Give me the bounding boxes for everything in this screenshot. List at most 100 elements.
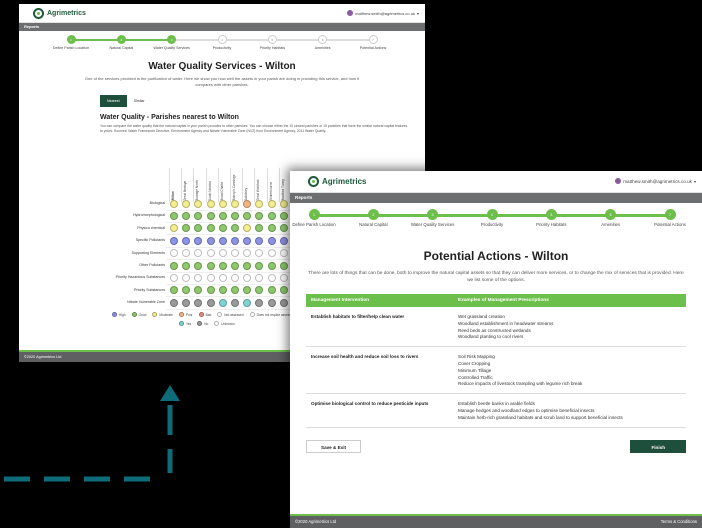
- nav-bar: Reports: [290, 193, 702, 203]
- list-item: Reduce impacts of livestock trampling wi…: [458, 381, 583, 387]
- app-header: Agrimetrics matthew.smith@agrimetrics.co…: [19, 4, 425, 23]
- status-dot: [206, 236, 215, 245]
- status-dot: [243, 249, 252, 258]
- chevron-down-icon: ▾: [416, 10, 419, 16]
- page-intro: One of the services provided is the puri…: [84, 76, 360, 87]
- status-dot: [206, 286, 215, 295]
- status-dot: [243, 199, 252, 208]
- terms-link[interactable]: Terms & Conditions: [661, 516, 697, 528]
- step-indicator: 6: [318, 35, 328, 44]
- tab-nearest[interactable]: Nearest: [100, 95, 127, 107]
- status-dot: [170, 273, 178, 282]
- save-exit-button[interactable]: Save & Exit: [306, 439, 362, 453]
- status-dot: [255, 261, 264, 270]
- potential-actions-window: Agrimetrics matthew.smith@agrimetrics.co…: [290, 171, 702, 528]
- legend-item: Bad: [198, 311, 212, 318]
- status-dot: [218, 298, 227, 307]
- legend-swatch: [249, 312, 255, 317]
- list-item: Controlled Traffic: [458, 374, 493, 380]
- avatar: [347, 10, 354, 16]
- column-header: Winterbourne: [268, 168, 276, 202]
- user-email: matthew.smith@agrimetrics.co.uk: [355, 10, 415, 16]
- status-dot: [243, 273, 252, 282]
- row-divider: [166, 308, 292, 310]
- row-label: Priority Substances: [134, 287, 165, 292]
- brand-logo[interactable]: Agrimetrics: [308, 176, 366, 187]
- list-item: Maintain herb-rich grassland habitats an…: [458, 414, 623, 420]
- status-dot: [194, 298, 203, 307]
- column-header-label: South Newton: [207, 180, 212, 201]
- nav-reports-link[interactable]: Reports: [24, 24, 39, 29]
- legend-swatch: [198, 312, 204, 317]
- step-7[interactable]: 7 Potential Actions: [635, 209, 702, 227]
- status-dot: [194, 249, 203, 258]
- copyright: ©2020 Agrimetrics Ltd: [295, 519, 337, 524]
- legend-label: Bad: [205, 312, 212, 317]
- page-title: Water Quality Services - Wilton: [148, 61, 296, 72]
- section-description: You can compare the water quality that t…: [100, 124, 408, 133]
- status-dot: [231, 236, 239, 245]
- column-header: Great Wishford: [255, 168, 263, 202]
- column-header-intervention: Management Intervention: [311, 298, 370, 303]
- status-dot: [231, 249, 239, 258]
- progress-stepper: 1 Define Parish Location 2 Natural Capital 3…: [19, 31, 425, 61]
- nav-reports-link[interactable]: Reports: [295, 195, 312, 200]
- status-dot: [267, 199, 276, 208]
- step-7[interactable]: 7 Potential Actions: [338, 35, 408, 51]
- tab-similar[interactable]: Similar: [127, 95, 152, 107]
- intervention-cell: Optimise biological control to reduce pe…: [311, 401, 429, 407]
- row-divider: [166, 271, 292, 273]
- status-dot: [194, 199, 203, 208]
- user-menu[interactable]: matthew.smith@agrimetrics.co.uk ▾: [347, 10, 419, 16]
- column-header: Wilton: [170, 168, 178, 202]
- brand-logo[interactable]: Agrimetrics: [33, 8, 86, 19]
- status-dot: [218, 286, 227, 295]
- legend-swatch: [152, 312, 158, 317]
- list-item: Woodland planting to cool rivers: [458, 334, 524, 340]
- row-divider: [166, 283, 292, 285]
- finish-button[interactable]: Finish: [630, 439, 686, 453]
- status-dot: [231, 286, 239, 295]
- status-dot: [255, 249, 264, 258]
- examples-cell: Establish beetle banks in arable fields M…: [456, 401, 686, 421]
- agrimetrics-logo-icon: [33, 8, 44, 19]
- row-label: Hydromorphological: [133, 213, 165, 218]
- step-indicator: 1: [66, 35, 76, 44]
- row-divider: [166, 246, 292, 248]
- column-header: Great Bedwyn: [182, 168, 190, 202]
- status-dot: [243, 298, 252, 307]
- legend-label: Good: [138, 312, 147, 317]
- step-indicator: 5: [267, 35, 277, 44]
- status-dot: [243, 211, 252, 220]
- list-item: Wet grassland creation: [458, 314, 505, 319]
- page-title: Potential Actions - Wilton: [423, 249, 569, 263]
- status-dot: [255, 211, 264, 220]
- status-dot: [279, 286, 288, 295]
- legend-label: High: [119, 312, 126, 317]
- status-dot: [194, 261, 203, 270]
- table-header: Management Intervention Examples of Mana…: [306, 294, 686, 307]
- progress-stepper: 1 Define Parish Location 2 Natural Capital 3…: [290, 203, 702, 241]
- step-indicator: 3: [427, 209, 439, 220]
- status-dot: [243, 224, 252, 233]
- status-dot: [218, 224, 227, 233]
- status-dot: [279, 249, 288, 258]
- status-dot: [218, 261, 227, 270]
- status-dot: [206, 224, 215, 233]
- row-label: Physico chemical: [137, 225, 165, 230]
- legend-swatch: [179, 321, 184, 326]
- status-dot: [279, 298, 288, 307]
- section-title: Water Quality - Parishes nearest to Wilt…: [100, 114, 239, 121]
- status-dot: [255, 286, 264, 295]
- user-menu[interactable]: matthew.smith@agrimetrics.co.uk ▾: [615, 178, 696, 184]
- examples-cell: Soil Risk Mapping Cover Cropping Minimum T…: [456, 354, 686, 388]
- status-dot: [218, 211, 227, 220]
- status-dot: [267, 224, 276, 233]
- status-dot: [279, 224, 288, 233]
- status-dot: [170, 236, 178, 245]
- status-dot: [279, 236, 288, 245]
- list-item: Minimum Tillage: [458, 367, 492, 373]
- status-dot: [231, 224, 239, 233]
- column-header: South Newton: [207, 168, 215, 202]
- status-dot: [182, 273, 191, 282]
